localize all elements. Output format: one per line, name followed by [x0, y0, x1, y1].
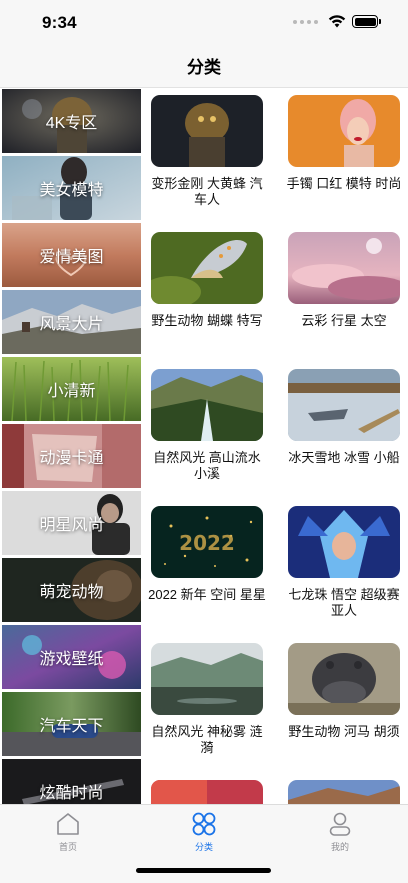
status-time: 9:34 — [42, 13, 77, 32]
category-item-love[interactable]: 爱情美图 — [2, 223, 141, 287]
wallpaper-thumbnail[interactable] — [151, 643, 263, 715]
wallpaper-thumbnail[interactable]: 2022 — [151, 506, 263, 578]
category-label: 小清新 — [47, 383, 96, 400]
category-item-scenery[interactable]: 风景大片 — [2, 290, 141, 354]
wallpaper-caption: 变形金刚 大黄蜂 汽车人 — [151, 176, 263, 207]
wallpaper-thumbnail[interactable] — [288, 369, 400, 441]
tab-label: 首页 — [58, 842, 77, 852]
status-bar: 9:34 — [0, 0, 408, 44]
wallpaper-card[interactable]: 变形金刚 大黄蜂 汽车人 — [151, 95, 263, 208]
category-label: 明星风尚 — [39, 517, 104, 534]
tab-profile[interactable]: 我的 — [300, 811, 380, 853]
wifi-icon — [328, 15, 346, 28]
wallpaper-card[interactable] — [151, 780, 263, 804]
category-list[interactable]: 4K专区 美女模特 爱情美图 风景大片 小清新 动漫卡通 明星风尚 萌宠动物 游… — [0, 88, 143, 804]
wallpaper-card[interactable]: 云彩 行星 太空 — [288, 232, 400, 329]
wallpaper-thumbnail[interactable] — [151, 780, 263, 804]
category-label: 炫酷时尚 — [39, 785, 104, 802]
category-item-stars[interactable]: 明星风尚 — [2, 491, 141, 555]
wallpaper-thumbnail[interactable] — [288, 780, 400, 804]
wallpaper-caption: 野生动物 河马 胡须 — [288, 724, 400, 739]
wallpaper-thumbnail[interactable] — [288, 232, 400, 304]
wallpaper-card[interactable]: 野生动物 河马 胡须 — [288, 643, 400, 740]
wallpaper-card[interactable]: 2022 2022 新年 空间 星星 — [148, 506, 266, 603]
navigation-bar: 分类 — [0, 44, 408, 88]
category-grid-icon — [192, 812, 216, 836]
category-label: 动漫卡通 — [39, 450, 104, 467]
category-label: 美女模特 — [39, 182, 104, 199]
category-label: 萌宠动物 — [39, 584, 104, 601]
wallpaper-thumbnail[interactable] — [151, 232, 263, 304]
wallpaper-thumbnail[interactable] — [151, 369, 263, 441]
wallpaper-caption: 2022 新年 空间 星星 — [148, 587, 266, 602]
category-item-pets[interactable]: 萌宠动物 — [2, 558, 141, 622]
wallpaper-caption: 七龙珠 悟空 超级赛亚人 — [288, 587, 400, 618]
wallpaper-card[interactable] — [288, 780, 400, 804]
wallpaper-thumbnail[interactable] — [288, 95, 400, 167]
signal-icon — [293, 19, 318, 24]
category-item-anime[interactable]: 动漫卡通 — [2, 424, 141, 488]
wallpaper-card[interactable]: 自然风光 神秘雾 涟漪 — [151, 643, 263, 756]
wallpaper-caption: 云彩 行星 太空 — [301, 313, 387, 328]
wallpaper-card[interactable]: 自然风光 高山流水 小溪 — [151, 369, 263, 482]
wallpaper-card[interactable]: 七龙珠 悟空 超级赛亚人 — [288, 506, 400, 619]
tab-label: 分类 — [194, 842, 213, 852]
svg-text:2022: 2022 — [179, 531, 235, 555]
wallpaper-thumbnail[interactable] — [151, 95, 263, 167]
wallpaper-thumbnail[interactable] — [288, 643, 400, 715]
tab-home[interactable]: 首页 — [28, 811, 108, 853]
home-icon — [57, 813, 79, 835]
category-label: 风景大片 — [39, 316, 104, 333]
wallpaper-card[interactable]: 冰天雪地 冰雪 小船 — [288, 369, 400, 466]
tab-category[interactable]: 分类 — [164, 811, 244, 853]
category-item-games[interactable]: 游戏壁纸 — [2, 625, 141, 689]
wallpaper-caption: 自然风光 高山流水 小溪 — [153, 450, 261, 481]
battery-icon — [352, 15, 381, 28]
category-label: 爱情美图 — [39, 249, 104, 266]
wallpaper-card[interactable]: 手镯 口红 模特 时尚 — [286, 95, 402, 192]
category-item-cars[interactable]: 汽车天下 — [2, 692, 141, 756]
wallpaper-grid[interactable]: 变形金刚 大黄蜂 汽车人 手镯 口红 模特 时尚 野生动物 蝴蝶 特写 云彩 行… — [143, 88, 408, 804]
status-icons — [293, 15, 381, 28]
wallpaper-thumbnail[interactable] — [288, 506, 400, 578]
home-indicator — [136, 868, 271, 873]
category-item-cool[interactable]: 炫酷时尚 — [2, 759, 141, 804]
wallpaper-caption: 手镯 口红 模特 时尚 — [286, 176, 402, 191]
category-item-models[interactable]: 美女模特 — [2, 156, 141, 220]
page-title: 分类 — [187, 58, 221, 77]
wallpaper-caption: 冰天雪地 冰雪 小船 — [288, 450, 400, 465]
tab-label: 我的 — [330, 842, 349, 852]
wallpaper-card[interactable]: 野生动物 蝴蝶 特写 — [151, 232, 263, 329]
category-label: 汽车天下 — [39, 718, 104, 735]
category-label: 游戏壁纸 — [39, 651, 104, 668]
wallpaper-caption: 自然风光 神秘雾 涟漪 — [151, 724, 263, 755]
category-item-fresh[interactable]: 小清新 — [2, 357, 141, 421]
category-label: 4K专区 — [45, 115, 98, 132]
wallpaper-caption: 野生动物 蝴蝶 特写 — [151, 313, 263, 328]
category-item-4k[interactable]: 4K专区 — [2, 89, 141, 153]
profile-icon — [329, 812, 351, 836]
